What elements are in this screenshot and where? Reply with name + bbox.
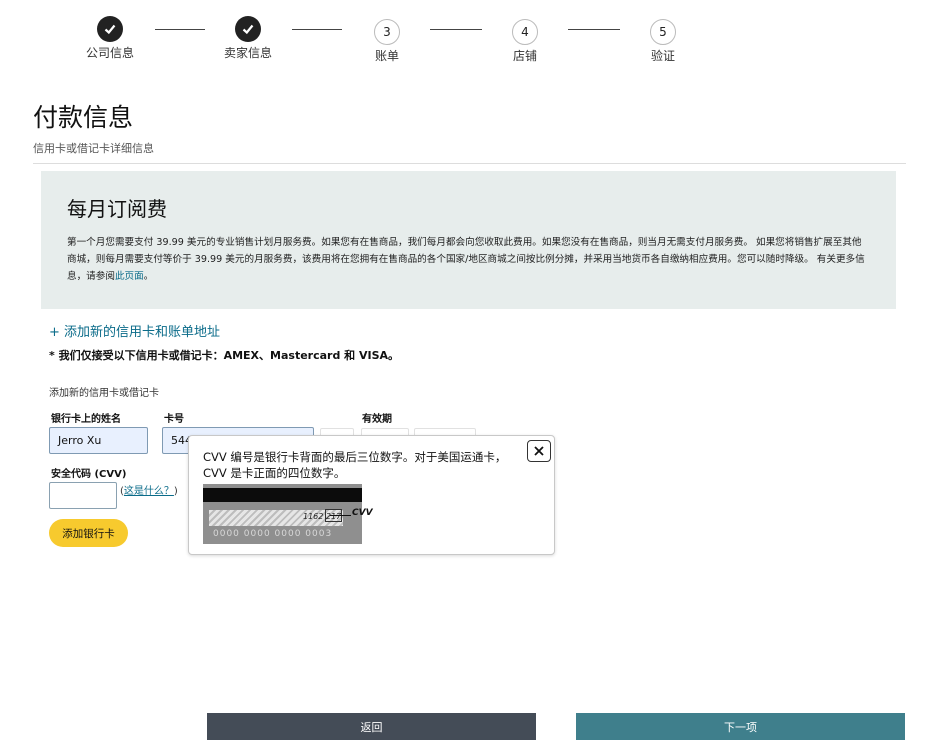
step-label: 验证 <box>650 49 675 63</box>
cvv-help-close: ) <box>173 486 178 497</box>
next-button[interactable]: 下一项 <box>576 713 905 740</box>
add-new-card-link[interactable]: + 添加新的信用卡和账单地址 <box>49 321 220 340</box>
step-label: 公司信息 <box>85 46 134 60</box>
check-icon <box>235 16 261 42</box>
step-seller-info: 卖家信息 <box>208 16 288 61</box>
cvv-label: 安全代码 (CVV) <box>51 469 127 480</box>
step-number: 4 <box>512 19 538 45</box>
step-connector <box>155 29 205 30</box>
card-number-print: 0000 0000 0000 0003 <box>213 529 333 539</box>
step-label: 卖家信息 <box>223 46 272 60</box>
cvv-popover: CVV 编号是银行卡背面的最后三位数字。对于美国运通卡，CVV 是卡正面的四位数… <box>188 435 555 555</box>
monthly-fee-panel: 每月订阅费 第一个月您需要支付 39.99 美元的专业销售计划月服务费。如果您有… <box>41 171 896 309</box>
card-magnetic-stripe <box>203 488 362 502</box>
card-back-image: 1162 217 0000 0000 0000 0003 <box>203 484 362 544</box>
step-connector <box>430 29 482 30</box>
cvv-tag: CVV <box>352 508 373 518</box>
step-billing: 3 账单 <box>347 19 427 64</box>
accepted-cards-note: * 我们仅接受以下信用卡或借记卡：AMEX、Mastercard 和 VISA。 <box>49 349 400 362</box>
step-verification: 5 验证 <box>623 19 703 64</box>
monthly-fee-body: 第一个月您需要支付 39.99 美元的专业销售计划月服务费。如果您有在售商品，我… <box>67 237 865 282</box>
check-icon <box>97 16 123 42</box>
cvv-pointer-line <box>330 515 351 516</box>
step-store: 4 店铺 <box>485 19 565 64</box>
cvv-popover-text: CVV 编号是银行卡背面的最后三位数字。对于美国运通卡，CVV 是卡正面的四位数… <box>203 450 507 480</box>
expiry-label: 有效期 <box>362 414 392 425</box>
add-card-button[interactable]: 添加银行卡 <box>49 519 128 547</box>
cvv-input[interactable] <box>49 482 117 509</box>
card-number-label: 卡号 <box>164 414 184 425</box>
monthly-fee-end: 。 <box>143 271 154 282</box>
cvv-help: (这是什么？) <box>120 482 178 497</box>
add-card-section-title: 添加新的信用卡或借记卡 <box>49 388 159 399</box>
monthly-fee-text: 第一个月您需要支付 39.99 美元的专业销售计划月服务费。如果您有在售商品，我… <box>67 234 870 285</box>
divider <box>33 163 906 164</box>
card-name-input[interactable]: Jerro Xu <box>49 427 148 454</box>
step-connector <box>568 29 620 30</box>
this-page-link[interactable]: 此页面 <box>115 271 144 282</box>
step-label: 账单 <box>374 49 399 63</box>
close-icon[interactable] <box>527 440 551 462</box>
page-subtitle: 信用卡或借记卡详细信息 <box>33 142 154 155</box>
step-label: 店铺 <box>512 49 537 63</box>
back-button[interactable]: 返回 <box>207 713 536 740</box>
card-name-label: 银行卡上的姓名 <box>51 414 121 425</box>
monthly-fee-title: 每月订阅费 <box>67 197 167 221</box>
step-number: 5 <box>650 19 676 45</box>
page-title: 付款信息 <box>33 103 134 132</box>
step-company-info: 公司信息 <box>70 16 150 61</box>
step-number: 3 <box>374 19 400 45</box>
step-connector <box>292 29 342 30</box>
cvv-what-is-this-link[interactable]: 这是什么？ <box>124 486 174 497</box>
